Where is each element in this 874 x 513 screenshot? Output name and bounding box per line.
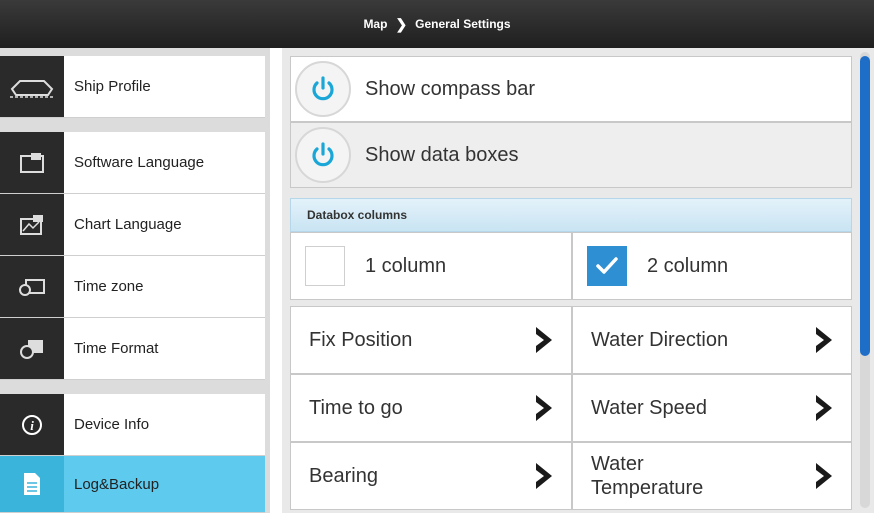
toggle-show-data-boxes[interactable]: Show data boxes [290,122,852,188]
language-icon [0,132,64,193]
sidebar-item-software-language[interactable]: Software Language [0,132,265,194]
power-icon[interactable] [295,61,351,117]
chevron-right-icon [536,395,552,421]
field-label: Bearing [309,465,378,487]
field-water-speed[interactable]: Water Speed [572,374,852,442]
checkmark-icon[interactable] [587,246,627,286]
toggle-label: Show data boxes [365,143,519,166]
chevron-right-icon: ❯ [395,15,408,32]
sidebar-item-ship-profile[interactable]: Ship Profile [0,56,265,118]
sidebar-item-label: Software Language [74,154,205,171]
field-water-direction[interactable]: Water Direction [572,306,852,374]
sidebar-item-label: Time zone [74,278,144,295]
breadcrumb-current: General Settings [415,17,511,31]
power-icon[interactable] [295,127,351,183]
sidebar-item-time-zone[interactable]: Time zone [0,256,265,318]
ship-icon [0,56,64,117]
field-bearing[interactable]: Bearing [290,442,572,510]
sidebar-item-label: Device Info [74,416,150,433]
field-label: Fix Position [309,329,413,351]
chevron-right-icon [536,327,552,353]
title-bar: Map ❯ General Settings [0,0,874,48]
scrollbar-thumb[interactable] [860,56,870,356]
chevron-right-icon [816,395,832,421]
breadcrumb-parent[interactable]: Map [363,17,387,31]
field-fix-position[interactable]: Fix Position [290,306,572,374]
document-icon [0,456,64,512]
field-label: Water Speed [591,397,707,419]
option-1-column[interactable]: 1 column [290,232,572,300]
field-label: Water Direction [591,329,729,351]
field-label: Time to go [309,397,403,419]
sidebar-item-chart-language[interactable]: Chart Language [0,194,265,256]
toggle-label: Show compass bar [365,77,536,100]
time-format-icon [0,318,64,379]
info-icon: i [0,394,64,455]
sidebar-item-time-format[interactable]: Time Format [0,318,265,380]
option-2-column[interactable]: 2 column [572,232,852,300]
sidebar-item-label: Log&Backup [74,475,160,493]
chevron-right-icon [536,463,552,489]
scrollbar[interactable] [860,52,870,508]
sidebar-item-label: Chart Language [74,216,182,233]
sidebar-item-log-backup[interactable]: Log&Backup [0,456,265,513]
chevron-right-icon [816,463,832,489]
sidebar-item-label: Ship Profile [74,78,151,95]
main-panel: Show compass bar Show data boxes Databox… [282,48,874,513]
databox-columns-header: Databox columns [290,198,852,232]
field-time-to-go[interactable]: Time to go [290,374,572,442]
option-label: 1 column [365,254,447,277]
chevron-right-icon [816,327,832,353]
toggle-show-compass-bar[interactable]: Show compass bar [290,56,852,122]
chart-language-icon [0,194,64,255]
sidebar: Ship Profile Software Language Chart Lan… [0,48,270,513]
time-zone-icon [0,256,64,317]
svg-text:i: i [30,418,34,433]
field-water-temperature[interactable]: Water Temperature [572,442,852,510]
option-label: 2 column [647,254,729,277]
field-label: Water Temperature [591,453,704,499]
checkbox-unchecked[interactable] [305,246,345,286]
sidebar-item-device-info[interactable]: i Device Info [0,394,265,456]
sidebar-item-label: Time Format [74,340,159,357]
